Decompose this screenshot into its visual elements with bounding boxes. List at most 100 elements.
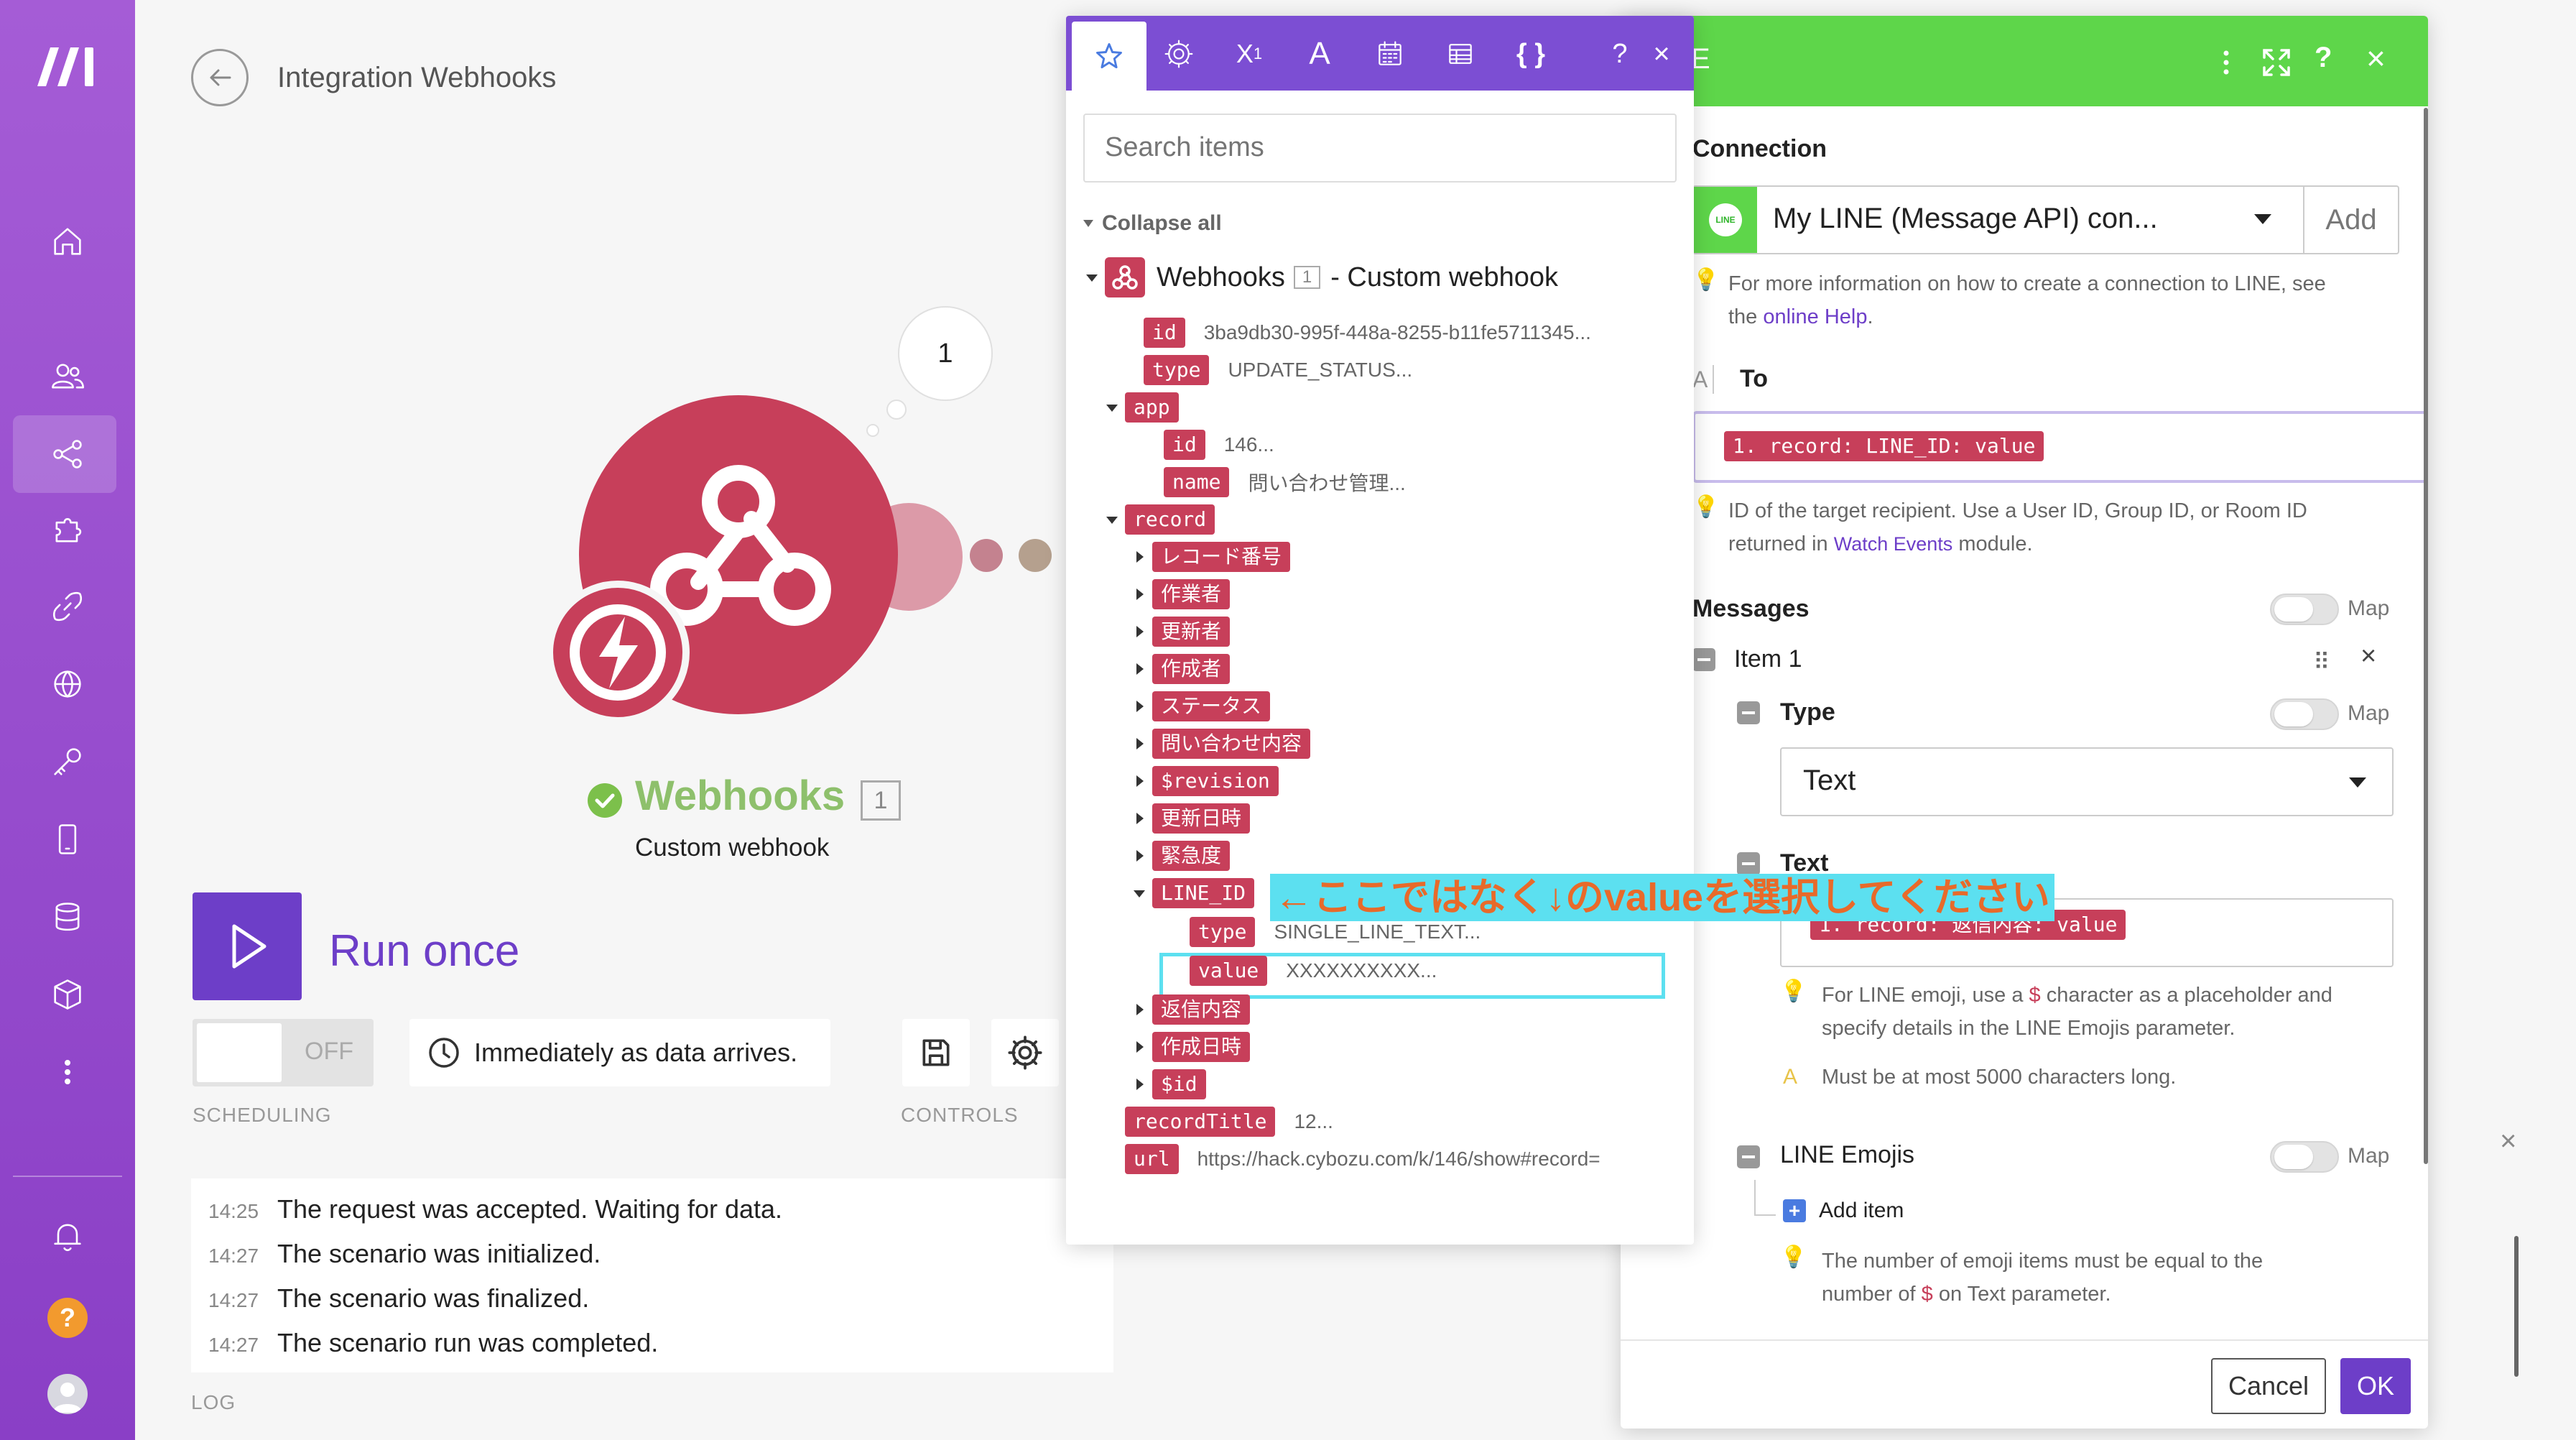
devices-icon[interactable] [36, 808, 99, 871]
module-bubble: 1 [898, 306, 993, 401]
tree-line [1754, 1180, 1756, 1216]
profile-icon[interactable] [47, 1374, 88, 1414]
tree-item[interactable]: ステータス [1131, 691, 1271, 721]
tree-item[interactable]: 作成者 [1131, 654, 1231, 684]
type-collapse-toggle[interactable] [1737, 701, 1760, 724]
emojis-map-toggle[interactable] [2270, 1141, 2339, 1173]
log-row: 14:27 The scenario was initialized. [208, 1239, 601, 1269]
add-item-button[interactable]: + Add item [1783, 1199, 1904, 1223]
picker-search-input[interactable] [1083, 114, 1677, 183]
controls-label: CONTROLS [901, 1104, 1019, 1126]
tree-item[interactable]: レコード番号 [1131, 542, 1291, 572]
item-collapse-toggle[interactable] [1692, 648, 1715, 671]
settings-close-icon[interactable]: × [2366, 39, 2386, 78]
run-once-label[interactable]: Run once [329, 926, 519, 977]
settings-help-icon[interactable]: ? [2315, 42, 2332, 74]
run-once-button[interactable] [193, 892, 302, 1000]
type-select[interactable]: Text [1780, 747, 2394, 816]
tree-item[interactable]: $id [1131, 1069, 1206, 1099]
picker-tab-active[interactable] [1072, 22, 1146, 91]
text-icon[interactable]: A [1294, 29, 1345, 79]
tree-item[interactable]: id 146... [1142, 430, 1274, 460]
to-label: To [1740, 365, 1769, 392]
bubble-dot [886, 400, 907, 420]
ok-button[interactable]: OK [2340, 1358, 2411, 1414]
tree-item[interactable]: type SINGLE_LINE_TEXT... [1168, 917, 1481, 947]
type-label: Type [1780, 698, 1835, 726]
tree-item[interactable]: 作成日時 [1131, 1032, 1251, 1062]
text-collapse-toggle[interactable] [1737, 852, 1760, 875]
tree-item[interactable]: app [1103, 392, 1179, 423]
help-icon[interactable]: ? [47, 1298, 88, 1338]
background-scrollbar[interactable] [2514, 1236, 2519, 1377]
emojis-map-label: Map [2348, 1144, 2390, 1168]
tree-item[interactable]: id 3ba9db30-995f-448a-8255-b11fe5711345..… [1122, 318, 1591, 348]
outer-close-icon[interactable]: × [2500, 1125, 2516, 1158]
calendar-icon[interactable] [1365, 29, 1415, 79]
webhooks-icon[interactable] [36, 652, 99, 716]
tree-item[interactable]: 返信内容 [1131, 994, 1251, 1025]
tree-item[interactable]: record [1103, 504, 1215, 535]
schedule-setting[interactable]: Immediately as data arrives. [409, 1019, 830, 1086]
tree-item[interactable]: recordTitle 12... [1103, 1107, 1333, 1137]
messages-map-toggle[interactable] [2270, 594, 2339, 625]
picker-close-icon[interactable]: × [1636, 29, 1687, 79]
braces-icon[interactable]: { } [1506, 29, 1556, 79]
connection-hint: For more information on how to create a … [1728, 272, 2326, 328]
tree-item-line-id[interactable]: LINE_ID [1131, 878, 1255, 908]
to-input[interactable]: 1. record: LINE_ID: value [1692, 411, 2428, 483]
save-button[interactable] [902, 1019, 970, 1086]
tree-root-webhooks[interactable]: Webhooks 1 - Custom webhook [1083, 257, 1558, 297]
settings-button[interactable] [991, 1019, 1059, 1086]
tree-item[interactable]: name 問い合わせ管理... [1142, 467, 1406, 497]
scenarios-icon[interactable] [36, 423, 99, 486]
tree-item[interactable]: type UPDATE_STATUS... [1122, 355, 1412, 385]
type-map-toggle[interactable] [2270, 698, 2339, 730]
superscript-icon[interactable]: X1 [1224, 29, 1274, 79]
datastructures-icon[interactable] [36, 963, 99, 1026]
tree-item-line-id-value[interactable]: value XXXXXXXXXX... [1168, 956, 1437, 986]
home-icon[interactable] [36, 210, 99, 273]
watch-events-link[interactable]: Watch Events [1834, 533, 1953, 555]
tree-item[interactable]: $revision [1131, 766, 1279, 796]
drag-handle-icon[interactable]: ⠿ [2313, 648, 2330, 675]
scheduling-toggle[interactable]: OFF [193, 1019, 374, 1086]
mapping-picker: X1 A { } ? × Collapse all Webhooks 1 - C… [1066, 16, 1694, 1245]
module-status-check-icon [588, 783, 622, 818]
settings-scrollbar[interactable] [2424, 108, 2428, 1164]
to-token[interactable]: 1. record: LINE_ID: value [1724, 431, 2044, 461]
type-map-label: Map [2348, 701, 2390, 725]
messages-label: Messages [1692, 595, 1810, 622]
module-settings-panel: E ? × Connection LINE My LINE (Message A… [1621, 16, 2428, 1429]
keys-icon[interactable] [36, 730, 99, 793]
more-icon[interactable] [36, 1040, 99, 1104]
tree-item[interactable]: 問い合わせ内容 [1131, 729, 1311, 759]
add-connection-button[interactable]: Add [2303, 185, 2399, 254]
notifications-icon[interactable] [36, 1204, 99, 1268]
connections-icon[interactable] [36, 575, 99, 638]
table-icon[interactable] [1435, 29, 1486, 79]
remove-item-icon[interactable]: × [2360, 641, 2376, 672]
datastores-icon[interactable] [36, 885, 99, 949]
emojis-hint: The number of emoji items must be equal … [1822, 1250, 2264, 1306]
online-help-link[interactable]: online Help [1763, 305, 1867, 328]
add-item-label: Add item [1819, 1199, 1904, 1222]
tree-item[interactable]: url https://hack.cybozu.com/k/146/show#re… [1103, 1144, 1600, 1174]
make-logo[interactable] [32, 42, 103, 92]
team-icon[interactable] [36, 345, 99, 408]
emojis-collapse-toggle[interactable] [1737, 1145, 1760, 1168]
collapse-all-button[interactable]: Collapse all [1083, 211, 1222, 236]
gear-icon[interactable] [1154, 29, 1204, 79]
search-field[interactable] [1105, 129, 1651, 165]
tree-item[interactable]: 更新者 [1131, 617, 1231, 647]
tree-item[interactable]: 更新日時 [1131, 803, 1251, 834]
back-button[interactable] [191, 49, 249, 106]
tree-item[interactable]: 緊急度 [1131, 841, 1231, 871]
expand-icon[interactable] [2258, 45, 2294, 80]
tree-item[interactable]: 作業者 [1131, 579, 1231, 609]
cancel-button[interactable]: Cancel [2211, 1358, 2326, 1414]
templates-icon[interactable] [36, 499, 99, 562]
instant-trigger-badge [546, 581, 690, 724]
connection-select[interactable]: LINE My LINE (Message API) con... [1692, 185, 2304, 254]
settings-menu-icon[interactable] [2208, 45, 2244, 80]
